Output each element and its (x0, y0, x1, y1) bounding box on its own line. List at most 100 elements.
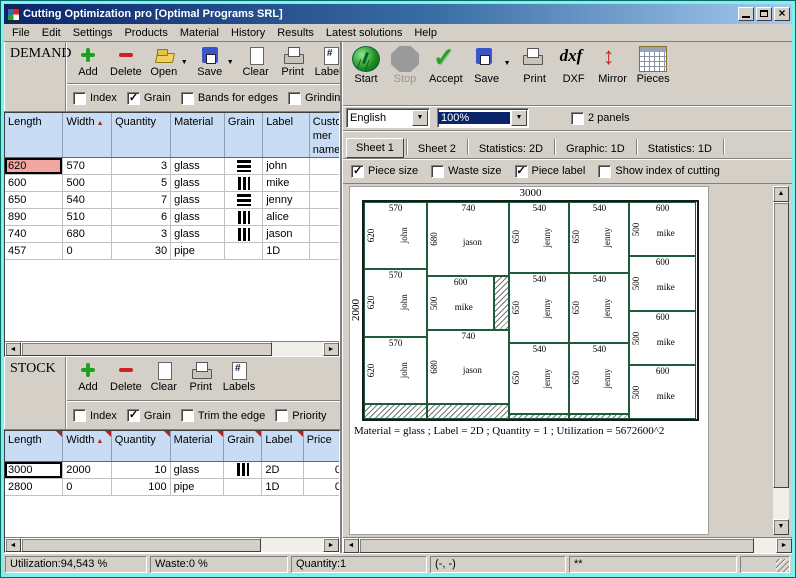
maximize-button[interactable] (756, 7, 772, 21)
checkbox-box[interactable] (515, 165, 528, 178)
index-checkbox[interactable]: Index (73, 409, 117, 422)
tab-sheet-2[interactable]: Sheet 2 (409, 140, 465, 158)
column-header-grain[interactable]: Grain (224, 431, 262, 461)
two-panels-checkbox[interactable]: 2 panels (571, 112, 630, 125)
clear-button[interactable]: Clear (241, 45, 271, 78)
chevron-down-icon[interactable]: ▼ (504, 60, 511, 67)
cell-length[interactable]: 600 (5, 175, 63, 192)
piece-mike[interactable]: 600500mike (629, 311, 696, 365)
cell-width[interactable]: 510 (63, 209, 112, 226)
checkbox-box[interactable] (275, 409, 288, 422)
print-button[interactable]: Print (520, 46, 550, 85)
zoom-select[interactable]: 100% ▼ (437, 108, 529, 128)
add-button[interactable]: Add (73, 45, 103, 78)
index-checkbox[interactable]: Index (73, 92, 117, 105)
menu-item-products[interactable]: Products (118, 26, 173, 40)
chevron-down-icon[interactable]: ▼ (227, 59, 234, 66)
cell-width[interactable]: 680 (63, 226, 112, 243)
delete-button[interactable]: Delete (110, 45, 142, 78)
cell-customer[interactable] (309, 192, 340, 209)
cell-customer[interactable] (309, 226, 340, 243)
cell-grain[interactable] (224, 175, 262, 192)
column-header-grain[interactable]: Grain (224, 113, 262, 158)
checkbox-box[interactable] (571, 112, 584, 125)
cell-customer[interactable] (309, 175, 340, 192)
cell-price[interactable]: 0 (303, 478, 340, 495)
cell-material[interactable]: glass (171, 192, 225, 209)
column-header-length[interactable]: Length (5, 431, 63, 461)
piece-size-checkbox[interactable]: Piece size (351, 165, 418, 178)
cell-label[interactable]: jason (263, 226, 310, 243)
cell-width[interactable]: 0 (63, 243, 112, 260)
piece-john[interactable]: 570620john (364, 202, 427, 269)
cell-price[interactable]: 0 (303, 461, 340, 478)
cell-label[interactable]: jenny (263, 192, 310, 209)
cell-customer[interactable] (309, 243, 340, 260)
cell-label[interactable]: 1D (263, 243, 310, 260)
mirror-button[interactable]: Mirror (598, 46, 628, 85)
menu-item-settings[interactable]: Settings (67, 26, 119, 40)
cutting-sheet[interactable]: 570620john570620john570620john740680jaso… (362, 200, 699, 421)
priority-checkbox[interactable]: Priority (275, 409, 326, 422)
clear-button[interactable]: Clear (149, 360, 179, 393)
show-index-of-cutting-checkbox[interactable]: Show index of cutting (598, 165, 720, 178)
piece-mike[interactable]: 600500mike (629, 256, 696, 310)
cell-grain[interactable] (224, 243, 262, 260)
column-header-customer-name[interactable]: Customer name (309, 113, 340, 158)
scroll-right-icon[interactable]: ► (776, 538, 792, 553)
cell-quantity[interactable]: 100 (111, 478, 170, 495)
diagram-hscrollbar[interactable]: ◄ ► (343, 537, 792, 553)
cell-grain[interactable] (224, 478, 262, 495)
demand-hscrollbar[interactable]: ◄ ► (5, 341, 339, 356)
cell-material[interactable]: glass (171, 175, 225, 192)
column-header-quantity[interactable]: Quantity (112, 113, 171, 158)
piece-jenny[interactable]: 540650jenny (509, 343, 569, 414)
column-header-length[interactable]: Length (5, 113, 63, 158)
accept-button[interactable]: Accept (429, 46, 463, 85)
cell-label[interactable]: john (263, 158, 310, 175)
scroll-left-icon[interactable]: ◄ (343, 538, 359, 553)
menu-item-history[interactable]: History (225, 26, 271, 40)
checkbox-box[interactable] (351, 165, 364, 178)
cell-grain[interactable] (224, 226, 262, 243)
cell-width[interactable]: 540 (63, 192, 112, 209)
column-header-quantity[interactable]: Quantity (111, 431, 170, 461)
cell-grain[interactable] (224, 192, 262, 209)
piece-jenny[interactable]: 540650jenny (509, 202, 569, 273)
diagram-vscrollbar[interactable]: ▲ ▼ (773, 186, 789, 535)
menu-item-edit[interactable]: Edit (36, 26, 67, 40)
cell-grain[interactable] (224, 158, 262, 175)
piece-label-checkbox[interactable]: Piece label (515, 165, 586, 178)
close-button[interactable] (774, 7, 790, 21)
scroll-right-icon[interactable]: ► (323, 538, 339, 552)
cell-length[interactable]: 890 (5, 209, 63, 226)
grain-checkbox[interactable]: Grain (127, 92, 171, 105)
cell-quantity[interactable]: 10 (111, 461, 170, 478)
checkbox-box[interactable] (431, 165, 444, 178)
checkbox-box[interactable] (73, 92, 86, 105)
waste-size-checkbox[interactable]: Waste size (431, 165, 501, 178)
chevron-down-icon[interactable]: ▼ (412, 110, 428, 126)
cell-customer[interactable] (309, 209, 340, 226)
cell-length[interactable]: 620 (5, 158, 63, 175)
checkbox-box[interactable] (127, 409, 140, 422)
cell-width[interactable]: 500 (63, 175, 112, 192)
column-header-material[interactable]: Material (170, 431, 224, 461)
cell-quantity[interactable]: 3 (112, 226, 171, 243)
minimize-button[interactable] (738, 7, 754, 21)
scroll-right-icon[interactable]: ► (323, 342, 339, 356)
menu-item-file[interactable]: File (6, 26, 36, 40)
start-button[interactable]: Start (351, 46, 381, 85)
scroll-up-icon[interactable]: ▲ (773, 186, 789, 202)
tab-statistics-2d[interactable]: Statistics: 2D (470, 140, 552, 158)
open-button[interactable]: Open (149, 45, 179, 78)
cell-label[interactable]: 2D (262, 461, 303, 478)
cell-material[interactable]: pipe (170, 478, 224, 495)
cell-width[interactable]: 0 (63, 478, 112, 495)
trim-the-edge-checkbox[interactable]: Trim the edge (181, 409, 265, 422)
labels-button[interactable]: Labels (315, 45, 340, 78)
cell-label[interactable]: alice (263, 209, 310, 226)
cell-grain[interactable] (224, 209, 262, 226)
checkbox-box[interactable] (181, 409, 194, 422)
pieces-button[interactable]: Pieces (637, 46, 670, 85)
